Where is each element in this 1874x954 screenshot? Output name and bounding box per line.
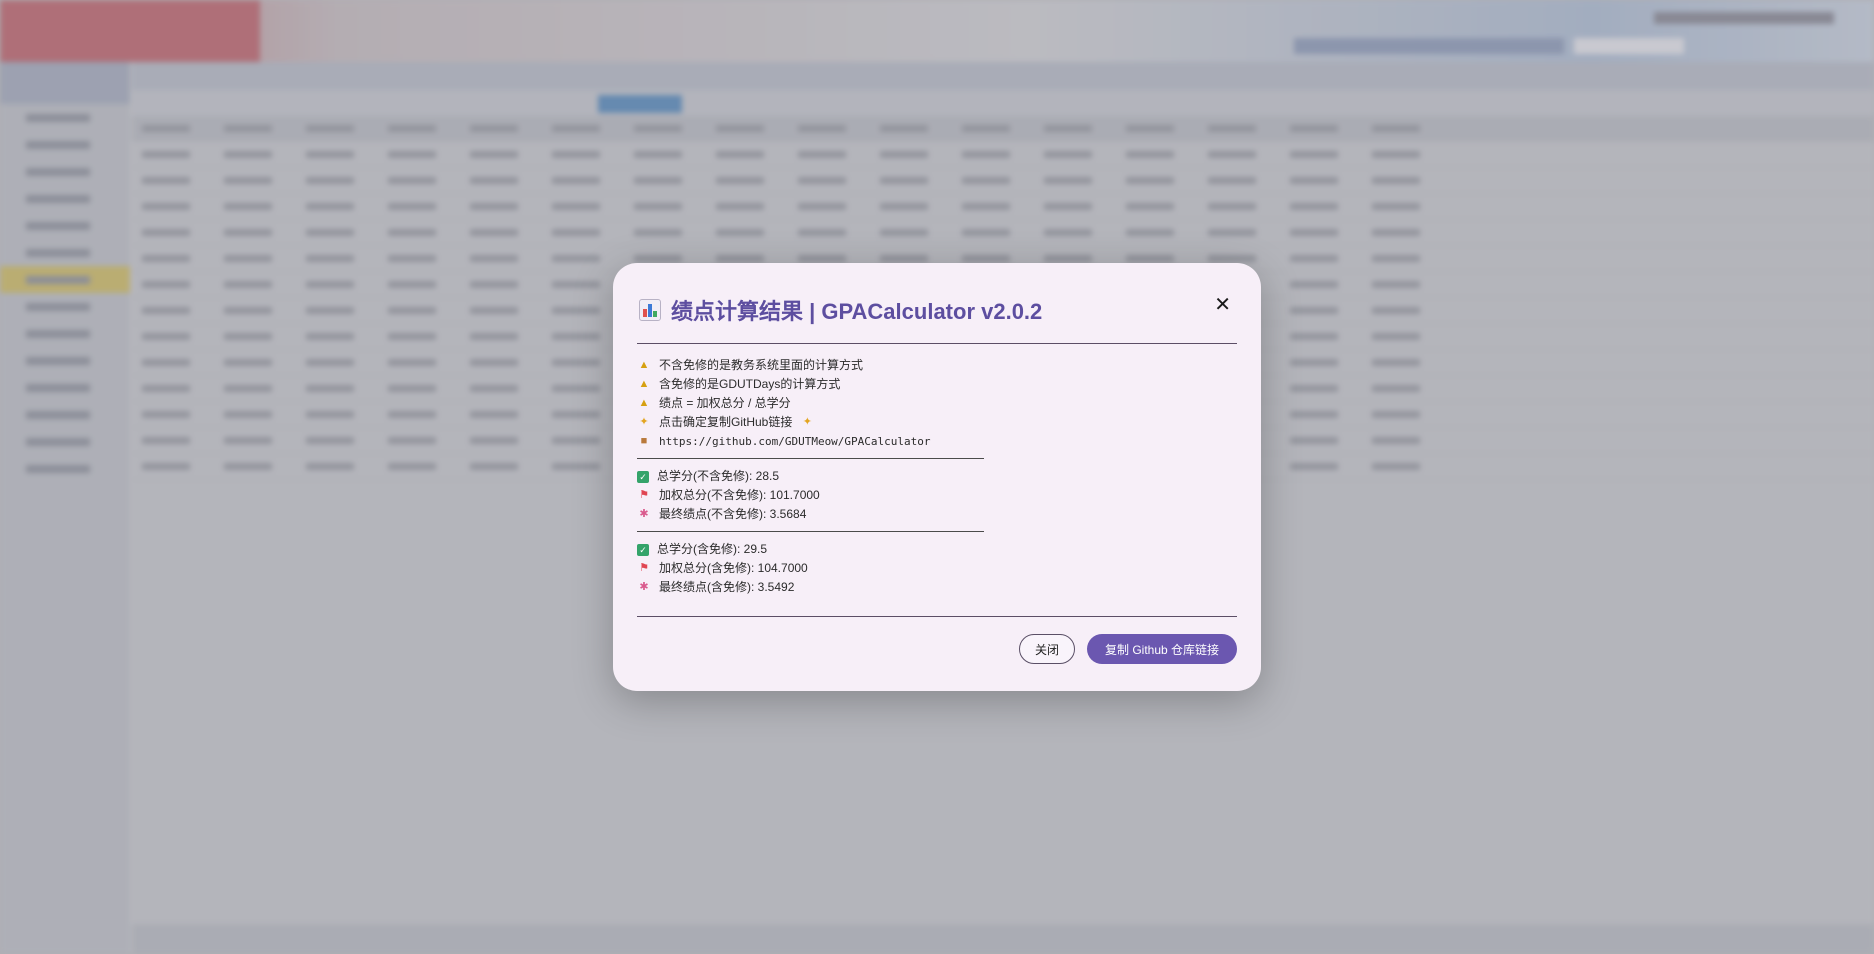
warning-icon: ▲ — [638, 397, 650, 409]
note-line: ▲ 绩点 = 加权总分 / 总学分 — [637, 394, 1237, 413]
flag-icon: ⚑ — [639, 489, 649, 501]
sparkles-icon: ✦ — [802, 416, 812, 428]
warning-icon: ▲ — [638, 378, 650, 390]
dialog-body: ▲ 不含免修的是教务系统里面的计算方式 ▲ 含免修的是GDUTDays的计算方式… — [637, 344, 1237, 597]
copy-github-link-button[interactable]: 复制 Github 仓库链接 — [1087, 634, 1237, 664]
weighted-with-exempt: ⚑ 加权总分(含免修): 104.7000 — [637, 559, 1237, 578]
repo-url-line: ■ https://github.com/GDUTMeow/GPACalcula… — [637, 432, 1237, 451]
close-icon[interactable]: ✕ — [1214, 295, 1231, 315]
divider — [637, 458, 984, 459]
repo-url: https://github.com/GDUTMeow/GPACalculato… — [659, 435, 931, 448]
sparkles-icon: ✦ — [639, 416, 649, 428]
weighted-without-exempt: ⚑ 加权总分(不含免修): 101.7000 — [637, 486, 1237, 505]
check-icon: ✓ — [637, 543, 649, 556]
gpa-without-exempt: ✱ 最终绩点(不含免修): 3.5684 — [637, 505, 1237, 524]
flag-icon: ⚑ — [639, 562, 649, 574]
note-line: ✦ 点击确定复制GitHub链接 ✦ — [637, 413, 1237, 432]
credits-with-exempt: ✓ 总学分(含免修): 29.5 — [637, 540, 1237, 559]
bar-chart-icon — [639, 299, 661, 321]
dialog-title-text: 绩点计算结果 | GPACalculator v2.0.2 — [671, 299, 1043, 324]
party-popper-icon: ✱ — [639, 508, 649, 520]
gpa-with-exempt: ✱ 最终绩点(含免修): 3.5492 — [637, 578, 1237, 597]
package-icon: ■ — [640, 435, 648, 447]
note-line: ▲ 不含免修的是教务系统里面的计算方式 — [637, 356, 1237, 375]
dialog-footer: 关闭 复制 Github 仓库链接 — [637, 616, 1237, 691]
divider — [637, 531, 984, 532]
gpa-result-dialog: 绩点计算结果 | GPACalculator v2.0.2 ✕ ▲ 不含免修的是… — [613, 263, 1261, 691]
credits-without-exempt: ✓ 总学分(不含免修): 28.5 — [637, 467, 1237, 486]
dialog-header: 绩点计算结果 | GPACalculator v2.0.2 ✕ — [637, 263, 1237, 344]
close-button[interactable]: 关闭 — [1019, 634, 1075, 664]
party-popper-icon: ✱ — [639, 581, 649, 593]
dialog-title: 绩点计算结果 | GPACalculator v2.0.2 — [639, 294, 1042, 326]
note-line: ▲ 含免修的是GDUTDays的计算方式 — [637, 375, 1237, 394]
check-icon: ✓ — [637, 470, 649, 483]
warning-icon: ▲ — [638, 359, 650, 371]
